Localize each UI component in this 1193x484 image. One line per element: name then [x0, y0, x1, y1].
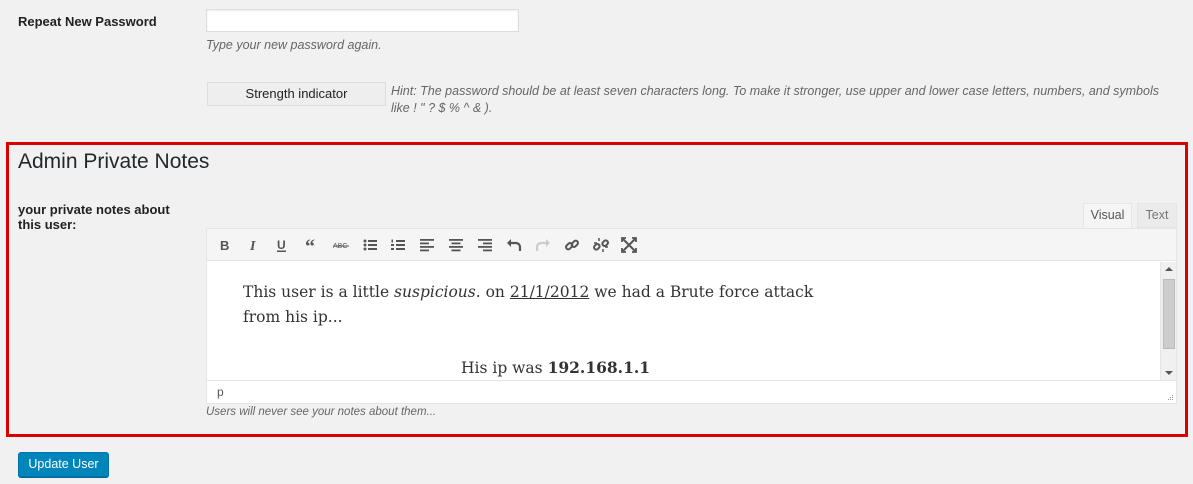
editor-content[interactable]: This user is a little suspicious. on 21/… [207, 262, 1160, 380]
strength-indicator: Strength indicator [207, 82, 386, 106]
note-paragraph-2: His ip was 192.168.1.1 [461, 358, 651, 377]
update-user-button[interactable]: Update User [18, 452, 109, 477]
note-paragraph-1: This user is a little suspicious. on 21/… [243, 283, 814, 326]
redo-icon[interactable] [530, 233, 556, 257]
align-left-icon[interactable] [414, 233, 440, 257]
repeat-password-description: Type your new password again. [206, 38, 382, 52]
svg-text:“: “ [305, 237, 315, 253]
resize-grip-icon[interactable] [1166, 393, 1174, 401]
svg-text:B: B [220, 238, 229, 253]
repeat-password-input[interactable] [206, 9, 519, 32]
strikethrough-icon[interactable]: ABC [328, 233, 354, 257]
link-icon[interactable] [559, 233, 585, 257]
unlink-icon[interactable] [588, 233, 614, 257]
tab-visual[interactable]: Visual [1083, 203, 1132, 228]
italic-icon[interactable]: I [241, 233, 267, 257]
section-title: Admin Private Notes [18, 150, 210, 173]
bulleted-list-icon[interactable] [357, 233, 383, 257]
svg-text:I: I [249, 239, 256, 253]
tab-text[interactable]: Text [1137, 203, 1177, 228]
editor-path-bar: p [207, 380, 1176, 403]
element-path[interactable]: p [217, 385, 224, 399]
scroll-up-arrow-icon[interactable] [1165, 267, 1173, 271]
align-right-icon[interactable] [472, 233, 498, 257]
scrollbar-thumb[interactable] [1163, 279, 1175, 349]
notes-editor: B I U “ ABC [206, 228, 1177, 404]
notes-field-label: your private notes about this user: [18, 202, 170, 232]
undo-icon[interactable] [501, 233, 527, 257]
notes-description: Users will never see your notes about th… [206, 406, 437, 418]
repeat-password-label: Repeat New Password [18, 14, 157, 29]
editor-toolbar: B I U “ ABC [207, 229, 1176, 261]
underline-icon[interactable]: U [269, 233, 295, 257]
numbered-list-icon[interactable] [385, 233, 411, 257]
fullscreen-icon[interactable] [616, 233, 642, 257]
align-center-icon[interactable] [443, 233, 469, 257]
bold-icon[interactable]: B [212, 233, 238, 257]
password-hint: Hint: The password should be at least se… [391, 84, 1159, 115]
svg-text:U: U [277, 238, 286, 252]
blockquote-icon[interactable]: “ [299, 233, 325, 257]
editor-scrollbar[interactable] [1160, 262, 1176, 380]
scroll-down-arrow-icon[interactable] [1165, 371, 1173, 375]
